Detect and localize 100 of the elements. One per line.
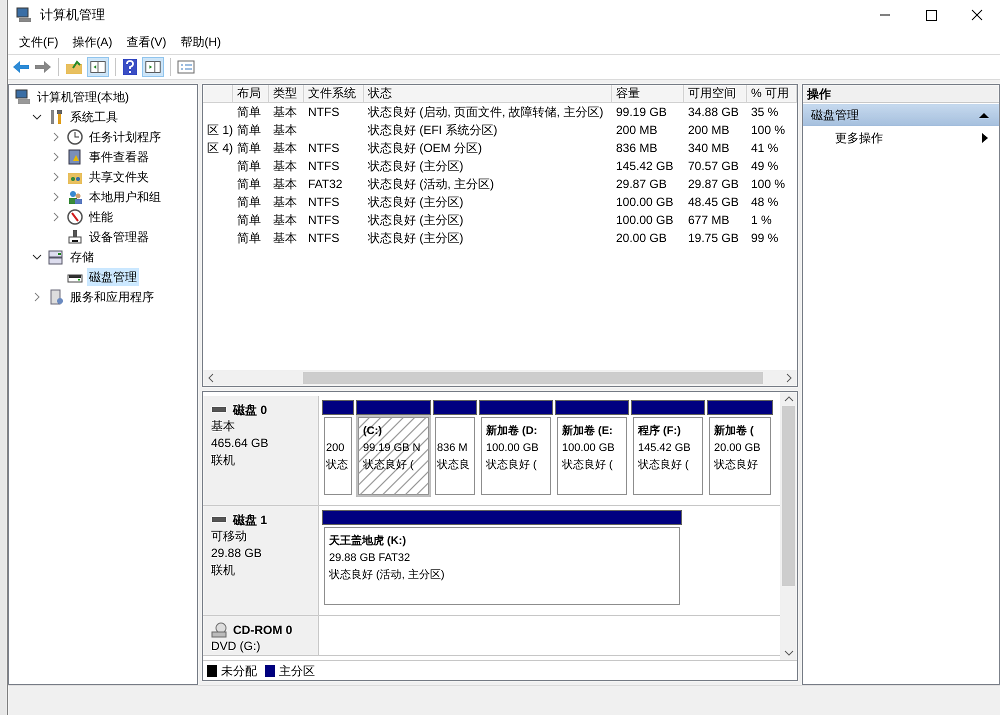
partition-name: 天王盖地虎 (K:): [329, 533, 406, 549]
table-cell: 48.45 GB: [688, 195, 739, 209]
tree-item[interactable]: 磁盘管理: [87, 268, 139, 286]
table-cell: 状态良好 (活动, 主分区): [368, 177, 494, 191]
action-item[interactable]: 更多操作: [803, 127, 999, 149]
computer-icon: [16, 7, 32, 23]
table-cell: 基本: [273, 213, 297, 227]
table-cell: 基本: [273, 159, 297, 173]
partition-header: [707, 400, 773, 415]
table-cell: 34.88 GB: [688, 105, 739, 119]
action-item[interactable]: 磁盘管理: [803, 104, 999, 126]
disk-name: 磁盘 0: [233, 402, 268, 419]
table-cell: 41 %: [751, 141, 778, 155]
table-cell: 简单: [237, 195, 261, 209]
tree-item[interactable]: 系统工具: [68, 108, 120, 126]
tree-item[interactable]: 设备管理器: [87, 228, 151, 246]
table-cell: 1 %: [751, 213, 772, 227]
table-cell: 基本: [273, 177, 297, 191]
properties-icon[interactable]: [177, 59, 195, 75]
scrollbar-thumb[interactable]: [782, 406, 795, 586]
horizontal-scrollbar[interactable]: [203, 370, 797, 386]
table-cell: 836 MB: [616, 141, 658, 155]
partition[interactable]: (C:) 99.19 GB N 状态良好 (: [356, 400, 431, 497]
table-cell: 基本: [273, 195, 297, 209]
table-cell: 49 %: [751, 159, 778, 173]
partition-info: 状态良好 (: [638, 458, 689, 473]
table-cell: NTFS: [308, 195, 340, 209]
window-title: 计算机管理: [40, 6, 105, 24]
back-icon[interactable]: [12, 59, 30, 75]
tree-item[interactable]: 任务计划程序: [87, 128, 163, 146]
table-cell: 48 %: [751, 195, 778, 209]
table-cell: NTFS: [308, 159, 340, 173]
scrollbar-thumb[interactable]: [303, 372, 763, 384]
disk-info: 联机: [211, 452, 236, 469]
partition-info: 836 M: [437, 441, 468, 456]
table-cell: 677 MB: [688, 213, 730, 227]
menu-item[interactable]: 查看(V): [119, 32, 174, 52]
users-icon: [67, 189, 83, 205]
column-header[interactable]: 容量: [612, 85, 684, 103]
disk-info: 29.88 GB: [211, 545, 263, 562]
table-cell: 状态良好 (启动, 页面文件, 故障转储, 主分区): [368, 105, 604, 119]
table-cell: 100 %: [751, 123, 786, 137]
table-cell: 19.75 GB: [688, 231, 739, 245]
tree-item[interactable]: 事件查看器: [87, 148, 151, 166]
table-cell: 70.57 GB: [688, 159, 739, 173]
forward-icon[interactable]: [34, 59, 52, 75]
table-cell: 简单: [237, 231, 261, 245]
console-tree-icon[interactable]: [87, 57, 109, 77]
table-cell: NTFS: [308, 105, 340, 119]
cd-drive-icon: [211, 622, 227, 638]
column-header[interactable]: 状态: [364, 85, 612, 103]
column-header[interactable]: 可用空间: [684, 85, 747, 103]
folder-up-icon[interactable]: [65, 59, 83, 75]
table-cell: 20.00 GB: [616, 231, 667, 245]
column-header[interactable]: 类型: [269, 85, 304, 103]
menu-item[interactable]: 文件(F): [12, 32, 66, 52]
tree-item[interactable]: 本地用户和组: [87, 188, 163, 206]
table-cell: 145.42 GB: [616, 159, 674, 173]
table-cell: 区 1): [207, 123, 234, 137]
tree-item[interactable]: 服务和应用程序: [68, 288, 156, 306]
help-icon[interactable]: [122, 58, 138, 76]
table-cell: 99 %: [751, 231, 778, 245]
menu-item[interactable]: 帮助(H): [173, 32, 228, 52]
menu-item[interactable]: 操作(A): [65, 32, 120, 52]
partition-info: 状态良好 (: [486, 458, 537, 473]
event-log-icon: [67, 149, 83, 165]
tree-item[interactable]: 性能: [87, 208, 115, 226]
table-cell: 状态良好 (主分区): [368, 159, 464, 173]
disk-info: 联机: [211, 562, 236, 579]
partition-name: 新加卷 (D:: [486, 424, 538, 439]
partition-info: 状态良好 (: [363, 458, 414, 473]
table-cell: 简单: [237, 213, 261, 227]
table-cell: 100.00 GB: [616, 213, 674, 227]
column-header[interactable]: % 可用: [747, 85, 797, 103]
partition-info: 状态良好 (活动, 主分区): [329, 568, 444, 583]
disk-name: 磁盘 1: [233, 512, 268, 529]
clock-icon: [67, 129, 83, 145]
table-cell: FAT32: [308, 177, 342, 191]
table-cell: 99.19 GB: [616, 105, 667, 119]
collapse-arrow-icon[interactable]: [977, 110, 991, 120]
column-header[interactable]: 布局: [233, 85, 269, 103]
table-cell: 状态良好 (EFI 系统分区): [368, 123, 498, 137]
vertical-scrollbar[interactable]: [780, 392, 797, 660]
tree-item[interactable]: 存储: [68, 248, 96, 266]
partition-name: 新加卷 (E:: [562, 424, 613, 439]
table-cell: 状态良好 (主分区): [368, 231, 464, 245]
tree-item[interactable]: 计算机管理(本地): [35, 88, 131, 106]
table-cell: 35 %: [751, 105, 778, 119]
tree-item[interactable]: 共享文件夹: [87, 168, 151, 186]
column-header[interactable]: 文件系统: [304, 85, 364, 103]
table-cell: 简单: [237, 123, 261, 137]
action-pane-icon[interactable]: [142, 57, 164, 77]
table-cell: NTFS: [308, 231, 340, 245]
partition-info: 200: [326, 441, 344, 456]
disk-drive-icon: [211, 515, 227, 525]
legend-label: 未分配: [221, 662, 257, 680]
table-cell: 状态良好 (OEM 分区): [368, 141, 482, 155]
table-cell: NTFS: [308, 141, 340, 155]
storage-icon: [48, 249, 64, 265]
partition-header: [433, 400, 477, 415]
